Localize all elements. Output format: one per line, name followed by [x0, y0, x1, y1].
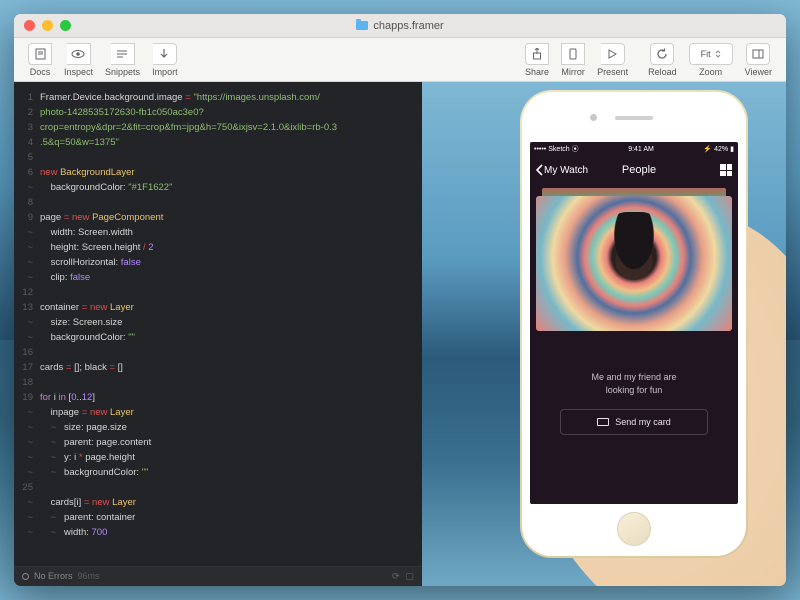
- docs-icon: [28, 43, 52, 65]
- code-editor[interactable]: 123456~89~~~~1213~~16171819~~~~~25~~~ Fr…: [14, 82, 422, 586]
- status-dot-icon: [22, 573, 29, 580]
- viewer-button[interactable]: Viewer: [739, 43, 778, 77]
- preview-pane: ••••• Sketch ⦿ 9:41 AM ⚡ 42% ▮: [422, 82, 786, 586]
- reload-icon: [650, 43, 674, 65]
- phone-speaker: [615, 116, 653, 120]
- present-button[interactable]: Present: [591, 43, 634, 77]
- close-icon[interactable]: [24, 20, 35, 31]
- folder-icon: [356, 21, 368, 30]
- phone-device: ••••• Sketch ⦿ 9:41 AM ⚡ 42% ▮: [520, 90, 748, 558]
- code-lines[interactable]: Framer.Device.background.image = "https:…: [40, 90, 422, 540]
- zoom-icon[interactable]: [60, 20, 71, 31]
- card-area: [530, 184, 738, 335]
- present-icon: [601, 43, 625, 65]
- zoom-dropdown[interactable]: Fit: [689, 43, 733, 65]
- status-text: No Errors: [34, 569, 73, 584]
- phone-status-bar: ••••• Sketch ⦿ 9:41 AM ⚡ 42% ▮: [530, 142, 738, 156]
- card-stack: [542, 188, 726, 196]
- inspect-icon: [67, 43, 91, 65]
- home-button[interactable]: [617, 512, 651, 546]
- share-icon: [525, 43, 549, 65]
- carrier-label: Sketch: [548, 146, 569, 153]
- docs-button[interactable]: Docs: [22, 43, 58, 77]
- inspect-button[interactable]: Inspect: [58, 43, 99, 77]
- snippets-button[interactable]: Snippets: [99, 43, 146, 77]
- traffic-lights: [14, 20, 71, 31]
- app-window: chapps.framer Docs Inspect Snippets Impo…: [14, 14, 786, 586]
- phone-nav: My Watch People: [530, 156, 738, 184]
- content-area: 123456~89~~~~1213~~16171819~~~~~25~~~ Fr…: [14, 82, 786, 586]
- battery-label: 42%: [714, 146, 728, 153]
- snippets-icon: [111, 43, 135, 65]
- filename: chapps.framer: [373, 20, 443, 32]
- signal-icon: •••••: [534, 146, 546, 153]
- viewer-icon: [746, 43, 770, 65]
- reload-button[interactable]: Reload: [642, 43, 683, 77]
- window-title: chapps.framer: [14, 20, 786, 32]
- chevron-updown-icon: [715, 50, 721, 58]
- card-caption: Me and my friend are looking for fun: [530, 371, 738, 397]
- phone-camera: [590, 114, 597, 121]
- phone-time: 9:41 AM: [628, 146, 654, 153]
- import-icon: [153, 43, 177, 65]
- status-icon-1[interactable]: ⟳: [392, 569, 400, 584]
- toolbar-share-group: Share Mirror Present: [519, 43, 634, 77]
- toolbar-left-group: Docs Inspect Snippets Import: [22, 43, 184, 77]
- chevron-left-icon: [536, 164, 544, 176]
- minimize-icon[interactable]: [42, 20, 53, 31]
- card-image[interactable]: [536, 196, 732, 331]
- status-bar: No Errors 96ms ⟳ ▢: [14, 566, 422, 586]
- status-time: 96ms: [78, 569, 100, 584]
- line-gutter: 123456~89~~~~1213~~16171819~~~~~25~~~: [14, 90, 40, 540]
- battery-icon: ▮: [730, 145, 734, 153]
- grid-icon[interactable]: [720, 164, 732, 176]
- import-button[interactable]: Import: [146, 43, 184, 77]
- card-icon: [597, 418, 609, 426]
- zoom-select[interactable]: Fit Zoom: [683, 43, 739, 77]
- phone-screen[interactable]: ••••• Sketch ⦿ 9:41 AM ⚡ 42% ▮: [530, 142, 738, 504]
- nav-title: People: [562, 164, 716, 176]
- wifi-icon: ⦿: [572, 144, 579, 154]
- mirror-button[interactable]: Mirror: [555, 43, 591, 77]
- send-card-button[interactable]: Send my card: [560, 409, 708, 435]
- mirror-icon: [561, 43, 585, 65]
- share-button[interactable]: Share: [519, 43, 555, 77]
- toolbar: Docs Inspect Snippets Import Share: [14, 38, 786, 82]
- titlebar: chapps.framer: [14, 14, 786, 38]
- status-icon-2[interactable]: ▢: [405, 569, 414, 584]
